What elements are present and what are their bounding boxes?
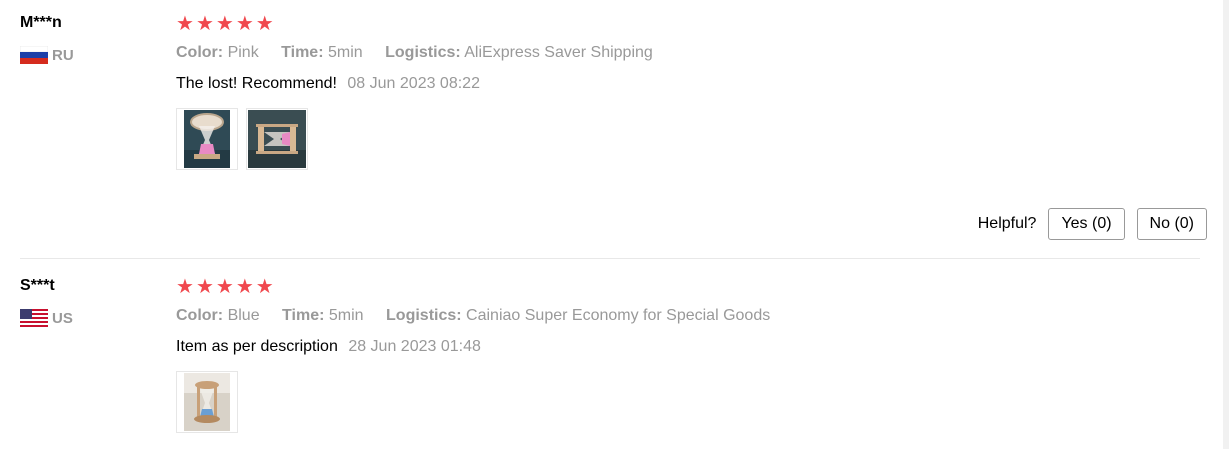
star-icon: ★ (235, 276, 254, 298)
star-icon: ★ (255, 13, 274, 35)
reviewer-country: RU (20, 46, 74, 64)
attr-color: Color: Pink (176, 44, 259, 61)
star-icon: ★ (215, 13, 234, 35)
hourglass-pink-photo (184, 110, 230, 168)
review-photo-thumbnail[interactable] (176, 371, 238, 433)
reviewer-name: M***n (20, 14, 62, 31)
review-divider (20, 258, 1200, 259)
country-code: RU (52, 46, 74, 64)
star-icon: ★ (176, 13, 194, 35)
reviewer-country: US (20, 309, 73, 327)
attr-logistics: Logistics: AliExpress Saver Shipping (385, 44, 653, 61)
review-text: Item as per description (176, 338, 338, 355)
attr-time: Time: 5min (282, 307, 364, 324)
helpful-yes-button[interactable]: Yes (0) (1048, 208, 1125, 240)
star-icon: ★ (255, 276, 274, 298)
review-feedback: Item as per description 28 Jun 2023 01:4… (176, 338, 481, 356)
reviewer-name: S***t (20, 277, 55, 294)
flag-ru-icon (20, 46, 48, 64)
page-scrollbar[interactable] (1223, 0, 1229, 449)
helpful-no-button[interactable]: No (0) (1136, 208, 1207, 240)
flag-us-icon (20, 309, 48, 327)
star-rating: ★ ★ ★ ★ ★ (176, 12, 274, 36)
review-date: 08 Jun 2023 08:22 (347, 75, 480, 92)
hourglass-blue-photo (184, 373, 230, 431)
order-attributes: Color: Blue Time: 5min Logistics: Cainia… (176, 307, 788, 325)
attr-color: Color: Blue (176, 307, 260, 324)
review-photo-thumbnail[interactable] (176, 108, 238, 170)
star-icon: ★ (215, 276, 234, 298)
review-photos (176, 108, 308, 170)
star-icon: ★ (176, 276, 194, 298)
star-icon: ★ (195, 276, 214, 298)
review-photos (176, 371, 238, 433)
attr-time: Time: 5min (281, 44, 363, 61)
star-icon: ★ (235, 13, 254, 35)
review-item: M***n RU ★ ★ ★ ★ ★ Color: Pink Time: 5mi… (0, 0, 1229, 258)
star-icon: ★ (195, 13, 214, 35)
country-code: US (52, 309, 73, 327)
review-photo-thumbnail[interactable] (246, 108, 308, 170)
star-rating: ★ ★ ★ ★ ★ (176, 275, 274, 299)
review-date: 28 Jun 2023 01:48 (348, 338, 481, 355)
helpful-label: Helpful? (977, 215, 1037, 232)
review-item: S***t US ★ ★ ★ ★ ★ Color: Blue Time: 5mi… (0, 263, 1229, 449)
helpful-voting: Helpful? Yes (0) No (0) (978, 208, 1207, 240)
order-attributes: Color: Pink Time: 5min Logistics: AliExp… (176, 44, 671, 62)
hourglass-side-photo (248, 110, 306, 168)
attr-logistics: Logistics: Cainiao Super Economy for Spe… (386, 307, 771, 324)
review-feedback: The lost! Recommend! 08 Jun 2023 08:22 (176, 75, 480, 93)
review-text: The lost! Recommend! (176, 75, 337, 92)
